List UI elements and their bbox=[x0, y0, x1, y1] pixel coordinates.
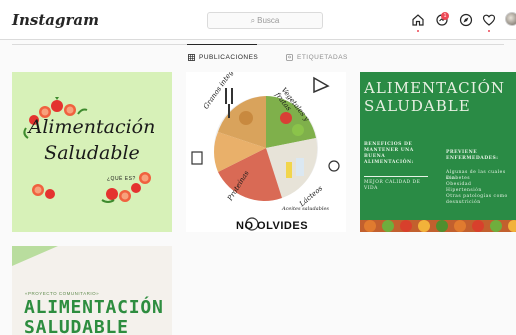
tabs-divider bbox=[12, 44, 504, 45]
corner-decoration bbox=[12, 246, 58, 266]
tab-etiquetadas[interactable]: ETIQUETADAS bbox=[286, 54, 348, 61]
post-thumbnail-1[interactable]: Alimentación Saludable ¿QUÉ ES? bbox=[12, 72, 172, 232]
post-title-line1: Alimentación bbox=[28, 116, 156, 138]
right-heading: PREVIENE ENFERMEDADES: bbox=[446, 150, 499, 161]
explore-icon[interactable] bbox=[459, 13, 473, 27]
post-kicker: «PROYECTO COMUNITARIO» bbox=[25, 291, 100, 296]
search-placeholder: Busca bbox=[257, 16, 280, 25]
search-input[interactable]: ⌕ Busca bbox=[207, 12, 323, 29]
post-thumbnail-4[interactable]: «PROYECTO COMUNITARIO» ALIMENTACIÓN SALU… bbox=[12, 246, 172, 335]
post-thumbnail-2[interactable]: Granos integrales Vegetales y frutas Pro… bbox=[186, 72, 346, 232]
grid-icon bbox=[188, 54, 195, 61]
vegetables-strip-icon bbox=[360, 220, 516, 232]
tab-label: PUBLICACIONES bbox=[199, 54, 259, 61]
post-title-line2: SALUDABLE bbox=[364, 97, 471, 115]
left-heading: BENEFICIOS DE MANTENER UNA BUENA ALIMENT… bbox=[364, 142, 414, 165]
active-tab-indicator bbox=[187, 44, 257, 45]
tag-icon bbox=[286, 54, 293, 61]
home-icon[interactable] bbox=[411, 13, 425, 27]
post-title-line2: Saludable bbox=[44, 142, 140, 164]
post-bottom-text: NO OLVIDES bbox=[236, 220, 309, 232]
top-navigation-bar: Instagram ⌕ Busca 1 bbox=[0, 0, 516, 40]
divider bbox=[364, 176, 428, 177]
post-title-line1: ALIMENTACIÓN bbox=[24, 297, 164, 318]
label-aceites: Aceites saludables bbox=[282, 206, 329, 212]
messages-badge: 1 bbox=[441, 12, 449, 20]
search-icon: ⌕ bbox=[250, 16, 256, 25]
instagram-logo[interactable]: Instagram bbox=[12, 11, 99, 29]
post-title-line1: ALIMENTACIÓN bbox=[364, 79, 505, 97]
home-notification-dot bbox=[417, 30, 419, 32]
left-subheading: MEJOR CALIDAD DE VIDA bbox=[364, 180, 421, 191]
tab-label: ETIQUETADAS bbox=[297, 54, 348, 61]
right-line: desnutrición bbox=[446, 200, 481, 205]
avatar[interactable] bbox=[505, 12, 516, 26]
post-thumbnail-3[interactable]: ALIMENTACIÓN SALUDABLE BENEFICIOS DE MAN… bbox=[360, 72, 516, 232]
heart-icon[interactable] bbox=[482, 13, 496, 27]
post-subtitle: ¿QUÉ ES? bbox=[107, 176, 136, 182]
tab-publicaciones[interactable]: PUBLICACIONES bbox=[188, 54, 258, 61]
heart-notification-dot bbox=[488, 30, 490, 32]
post-title-line2: SALUDABLE bbox=[24, 317, 129, 335]
